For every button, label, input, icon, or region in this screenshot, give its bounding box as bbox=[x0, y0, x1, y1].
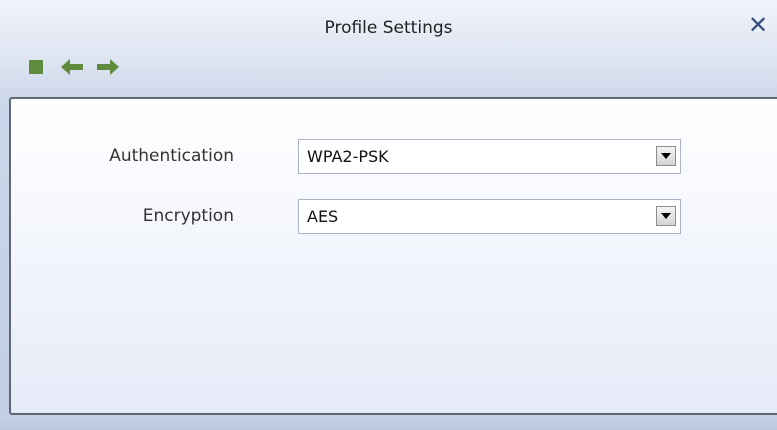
profile-settings-window: Profile Settings ✕ Authentication WPA2-P… bbox=[0, 0, 777, 430]
window-bottom-bar bbox=[0, 415, 777, 430]
settings-panel: Authentication WPA2-PSK Encryption AES bbox=[9, 97, 777, 415]
encryption-dropdown-button[interactable] bbox=[656, 206, 676, 226]
authentication-label: Authentication bbox=[109, 146, 234, 166]
encryption-selected-value: AES bbox=[307, 207, 339, 226]
encryption-label: Encryption bbox=[142, 206, 234, 226]
window-title: Profile Settings bbox=[324, 18, 453, 38]
authentication-select[interactable]: WPA2-PSK bbox=[298, 139, 681, 174]
back-button[interactable] bbox=[60, 55, 84, 79]
authentication-selected-value: WPA2-PSK bbox=[307, 147, 389, 166]
forward-button[interactable] bbox=[96, 55, 120, 79]
stop-button[interactable] bbox=[24, 55, 48, 79]
forward-arrow-icon bbox=[97, 59, 119, 75]
close-button[interactable]: ✕ bbox=[747, 12, 769, 38]
encryption-select[interactable]: AES bbox=[298, 199, 681, 234]
close-icon: ✕ bbox=[747, 11, 769, 39]
stop-square-icon bbox=[29, 60, 43, 74]
authentication-dropdown-button[interactable] bbox=[656, 146, 676, 166]
back-arrow-icon bbox=[61, 59, 83, 75]
chevron-down-icon bbox=[661, 152, 671, 159]
toolbar bbox=[24, 53, 120, 81]
chevron-down-icon bbox=[661, 212, 671, 219]
